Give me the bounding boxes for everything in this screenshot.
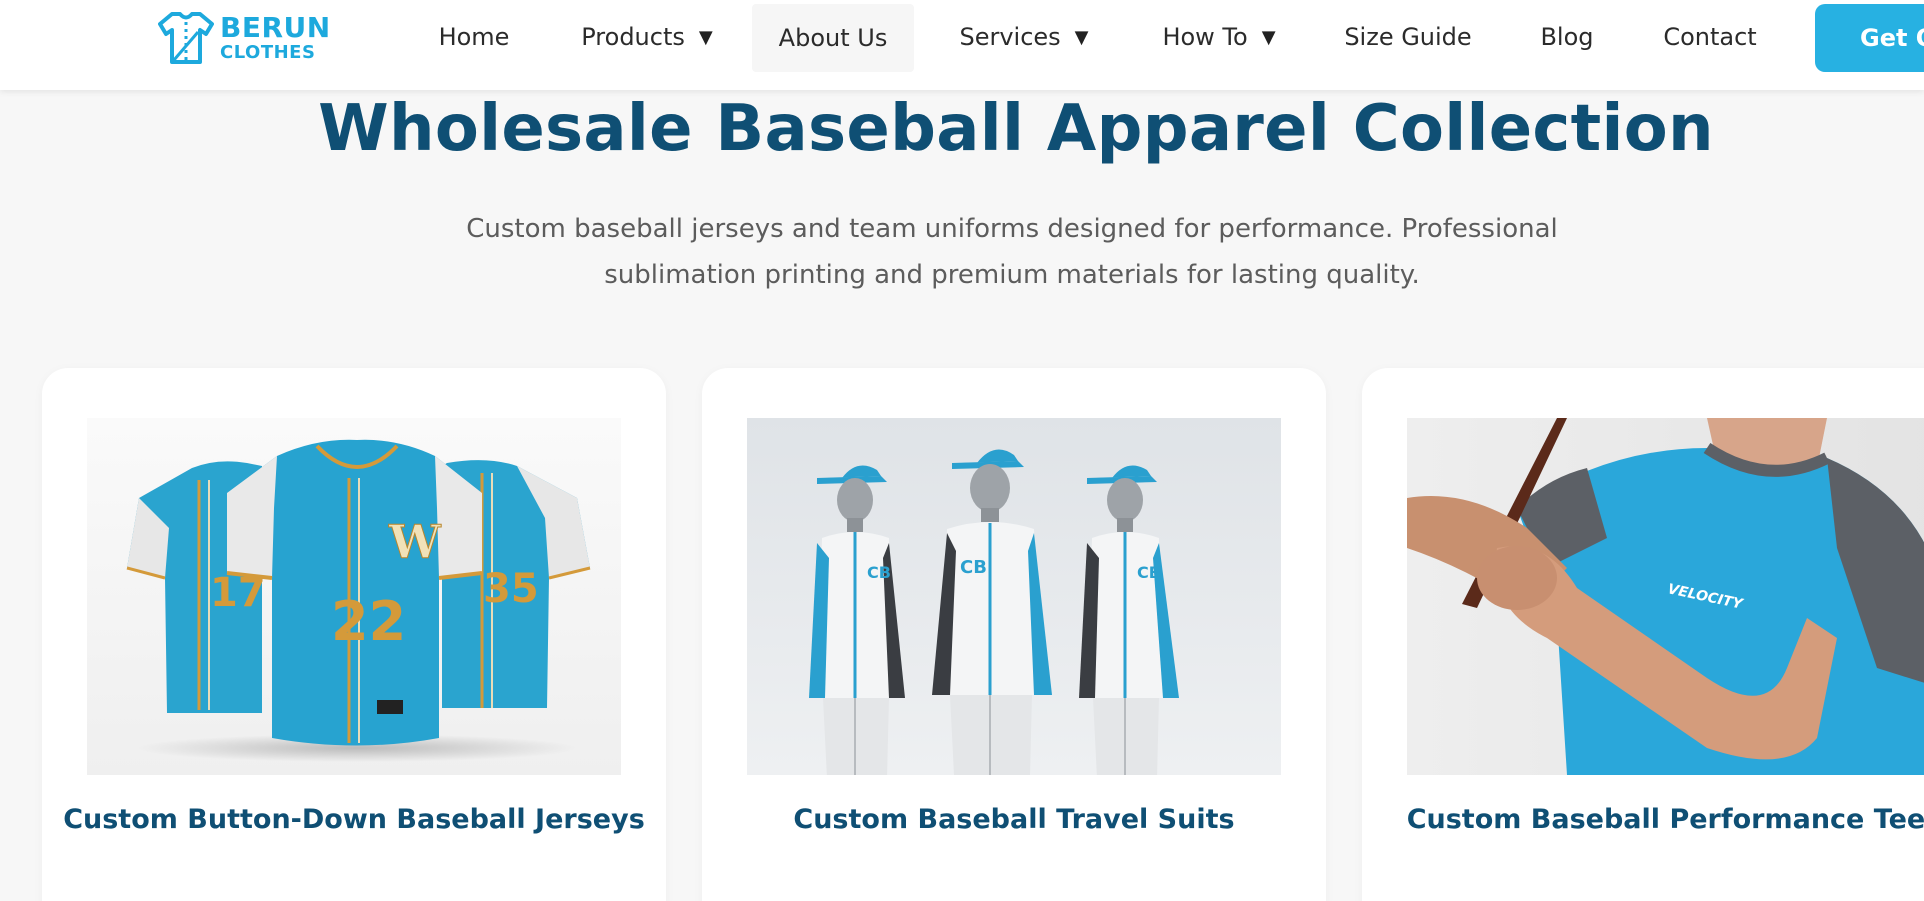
shirt-logo-icon xyxy=(158,12,214,64)
nav-services[interactable]: Services ▼ xyxy=(948,0,1100,74)
nav-how-to-label: How To xyxy=(1162,23,1248,51)
get-quote-button[interactable]: Get Q xyxy=(1815,4,1924,72)
brand-logo[interactable]: BERUN CLOTHES xyxy=(158,10,331,66)
suit-crest: CB xyxy=(1137,563,1161,582)
performance-tee-illustration: VELOCITY xyxy=(1407,418,1924,775)
nav-products-label: Products xyxy=(581,23,685,51)
site-header: BERUN CLOTHES Home Products ▼ About Us S… xyxy=(0,0,1924,90)
page-title: Wholesale Baseball Apparel Collection xyxy=(318,92,1714,166)
nav-size-guide-label: Size Guide xyxy=(1344,23,1472,51)
jersey-number: 35 xyxy=(483,566,539,612)
nav-contact-label: Contact xyxy=(1663,23,1757,51)
product-card[interactable]: VELOCITY Custom Baseball Performance Tee… xyxy=(1362,368,1924,901)
nav-home[interactable]: Home xyxy=(424,0,524,74)
product-title[interactable]: Custom Button-Down Baseball Jerseys xyxy=(42,804,666,835)
jerseys-illustration: 17 35 W 22 xyxy=(87,418,621,775)
nav-home-label: Home xyxy=(438,23,510,51)
product-title[interactable]: Custom Baseball Performance Tees xyxy=(1362,804,1924,835)
nav-about-us-label: About Us xyxy=(778,24,888,52)
get-quote-label: Get Q xyxy=(1860,24,1924,52)
performance-tee-image[interactable]: VELOCITY xyxy=(1407,418,1924,775)
chevron-down-icon: ▼ xyxy=(698,26,713,48)
travel-suits-illustration: CB CB CB xyxy=(747,418,1281,775)
nav-blog[interactable]: Blog xyxy=(1530,0,1604,74)
suit-crest: CB xyxy=(960,557,987,578)
brand-name-line1: BERUN xyxy=(220,11,331,44)
product-title[interactable]: Custom Baseball Travel Suits xyxy=(702,804,1326,835)
suit-crest: CB xyxy=(867,563,891,582)
brand-name: BERUN CLOTHES xyxy=(220,14,331,62)
nav-about-us[interactable]: About Us xyxy=(752,4,914,72)
chevron-down-icon: ▼ xyxy=(1261,26,1276,48)
nav-size-guide[interactable]: Size Guide xyxy=(1334,0,1482,74)
product-card[interactable]: CB CB CB Custom Baseball Travel Suits xyxy=(702,368,1326,901)
page-subtitle: Custom baseball jerseys and team uniform… xyxy=(466,214,1558,290)
nav-how-to[interactable]: How To ▼ xyxy=(1148,0,1290,74)
nav-blog-label: Blog xyxy=(1540,23,1594,51)
nav-products[interactable]: Products ▼ xyxy=(562,0,732,74)
nav-services-label: Services xyxy=(959,23,1061,51)
nav-contact[interactable]: Contact xyxy=(1654,0,1766,74)
travel-suits-image[interactable]: CB CB CB xyxy=(747,418,1281,775)
chevron-down-icon: ▼ xyxy=(1074,26,1089,48)
product-card[interactable]: 17 35 W 22 Custom Button-Down Baseball J… xyxy=(42,368,666,901)
jersey-crest: W xyxy=(388,515,442,569)
baseball-jerseys-image[interactable]: 17 35 W 22 xyxy=(87,418,621,775)
brand-name-line2: CLOTHES xyxy=(220,42,316,63)
jersey-number: 22 xyxy=(331,590,406,653)
